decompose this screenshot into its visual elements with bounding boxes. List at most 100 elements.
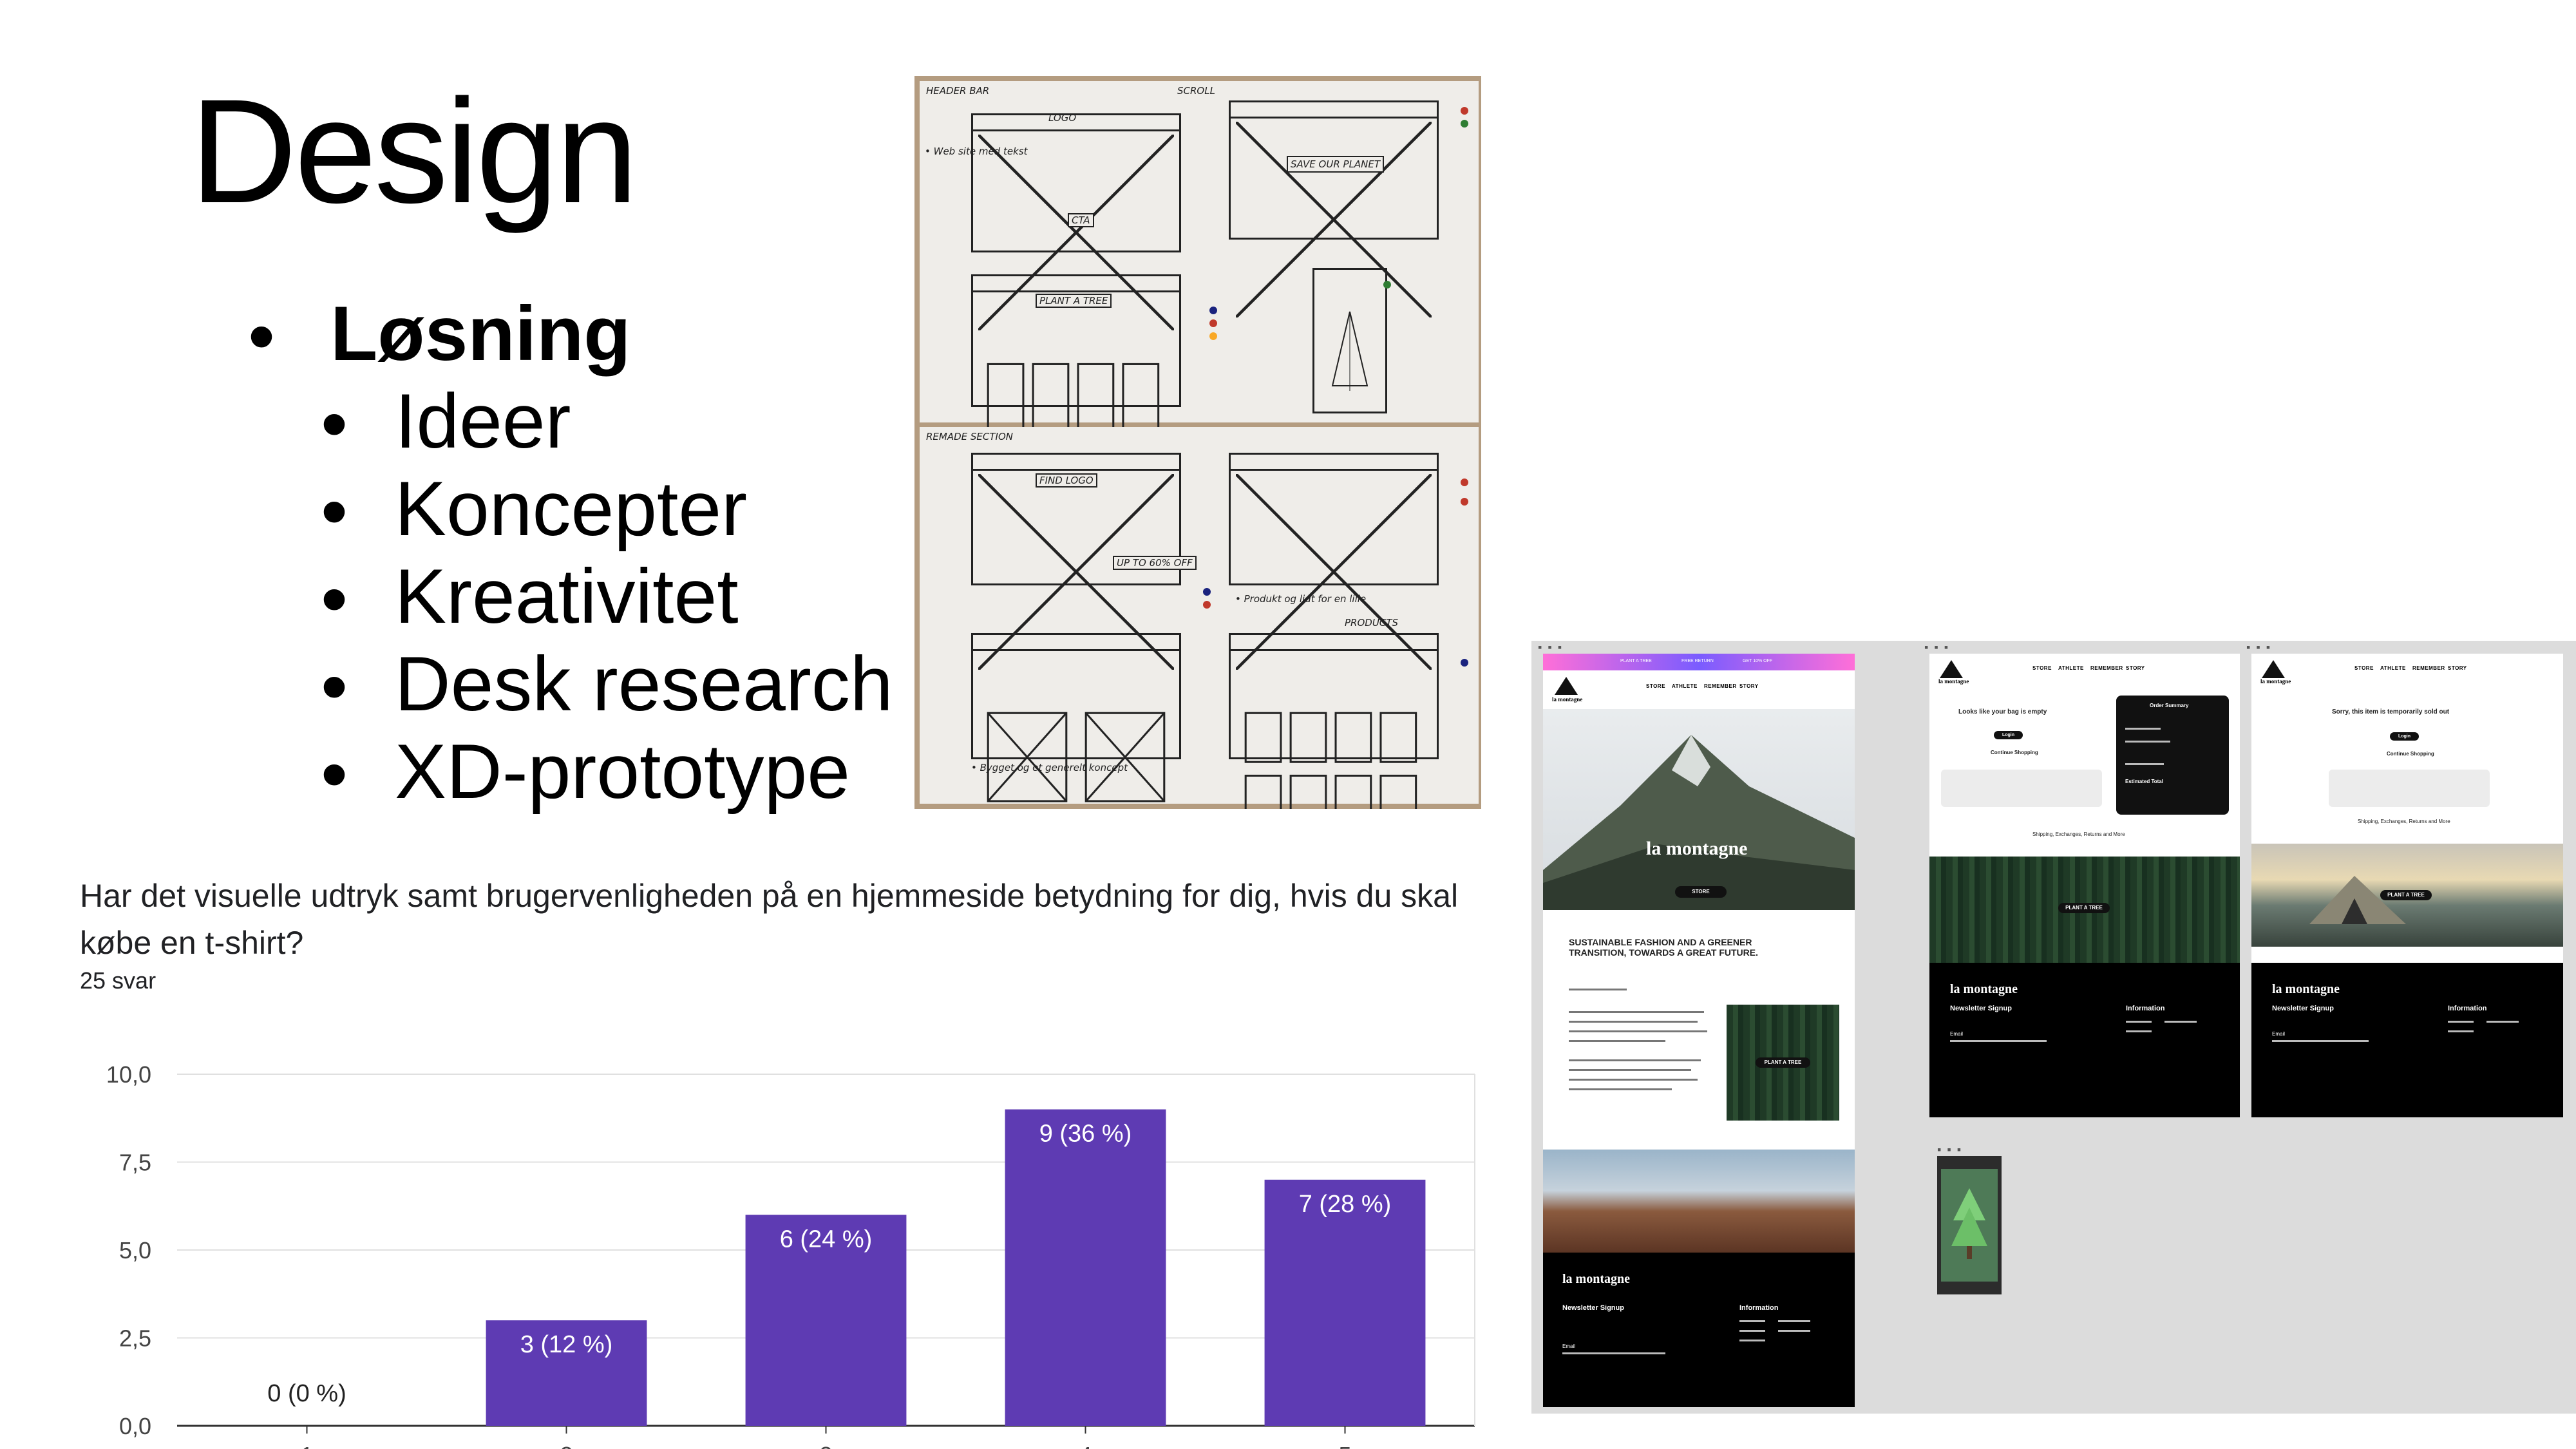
nav-athlete[interactable]: ATHLETE (1672, 683, 1698, 689)
sketch-note: PRODUCTS (1345, 617, 1398, 629)
nav-athlete[interactable]: ATHLETE (2058, 665, 2084, 671)
bullet-koncepter: Koncepter (248, 470, 893, 558)
email-field[interactable]: Email (1950, 1030, 1963, 1037)
hero-brand: la montagne (1646, 838, 1748, 859)
bullet-ideer: Ideer (248, 383, 893, 470)
nav-store[interactable]: STORE (2354, 665, 2374, 671)
plant-tree-button[interactable]: PLANT A TREE (1756, 1057, 1810, 1068)
estimated-total-label: Estimated Total (2125, 779, 2163, 784)
artboard-handle: ▪ ▪ ▪ (1937, 1143, 1963, 1156)
logo-text: la montagne (1938, 678, 1969, 685)
sketch-note: • Bygget og et generelt koncept (971, 762, 1128, 773)
promo-text: PLANT A TREE (1620, 659, 1652, 663)
artboard-empty-bag: la montagne STORE ATHLETE REMEMBER STORY… (1929, 654, 2240, 1117)
artboard-sold-out: la montagne STORE ATHLETE REMEMBER STORY… (2251, 654, 2563, 1117)
survey-question: Har det visuelle udtryk samt brugervenli… (80, 878, 1459, 961)
x-tick-label: 4 (1079, 1442, 1092, 1449)
bar-data-label: 3 (12 %) (520, 1331, 613, 1358)
artboard-handle: ▪ ▪ ▪ (2246, 641, 2272, 654)
shipping-note: Shipping, Exchanges, Returns and More (2358, 819, 2450, 824)
nav-remember[interactable]: REMEMBER (2090, 665, 2123, 671)
footer: la montagne Newsletter Signup Informatio… (1543, 1253, 1855, 1407)
artboard-mobile-tree (1937, 1156, 2002, 1294)
xd-prototype-board: ▪ ▪ ▪ PLANT A TREE FREE RETURN GET 10% O… (1531, 641, 2576, 1414)
nav-store[interactable]: STORE (2032, 665, 2052, 671)
logo-text: la montagne (1552, 696, 1583, 703)
continue-shopping-link[interactable]: Continue Shopping (1991, 749, 2038, 756)
plant-tree-button[interactable]: PLANT A TREE (2380, 890, 2432, 900)
x-tick-label: 5 (1338, 1442, 1351, 1449)
nav-remember[interactable]: REMEMBER (1704, 683, 1737, 689)
bullet-list: Løsning Ideer Koncepter Kreativitet Desk… (248, 295, 893, 820)
nav-story[interactable]: STORY (2448, 665, 2467, 671)
nav-athlete[interactable]: ATHLETE (2380, 665, 2406, 671)
newsletter-heading: Newsletter Signup (1950, 1005, 2012, 1012)
bullet-losning: Løsning (248, 295, 893, 383)
nav-store[interactable]: STORE (1646, 683, 1665, 689)
logo-icon (1555, 677, 1578, 695)
nav-story[interactable]: STORY (2126, 665, 2145, 671)
bullet-desk-research: Desk research (248, 645, 893, 733)
order-summary-heading: Order Summary (2150, 703, 2189, 708)
sketch-note: • Produkt og lidt for en lille (1235, 593, 1367, 605)
information-heading: Information (1739, 1304, 1779, 1312)
footer-brand: la montagne (1562, 1272, 1630, 1286)
login-button[interactable]: Login (2390, 732, 2419, 741)
sketch-wireframe (971, 633, 1181, 802)
x-tick-label: 1 (300, 1442, 313, 1449)
promo-text: FREE RETURN (1681, 659, 1714, 663)
tent-image: PLANT A TREE (2251, 844, 2563, 947)
sketch-note: HEADER BAR (926, 85, 990, 97)
nav-story[interactable]: STORY (1739, 683, 1759, 689)
artboard-handle: ▪ ▪ ▪ (1924, 641, 1950, 654)
sketch-wireframe (1229, 453, 1439, 670)
bar-data-label: 0 (0 %) (267, 1380, 346, 1407)
sketch-wireframe-mobile (1312, 268, 1387, 413)
sketch-wireframe (971, 113, 1181, 330)
navbar: la montagne STORE ATHLETE REMEMBER STORY (1543, 670, 1855, 703)
bag-empty-heading: Looks like your bag is empty (1958, 708, 2047, 715)
forest-image: PLANT A TREE (1727, 1005, 1839, 1121)
slide-title: Design (190, 68, 638, 234)
nav-remember[interactable]: REMEMBER (2412, 665, 2445, 671)
footer: la montagne Newsletter Signup Informatio… (1929, 963, 2240, 1117)
logo-icon (2262, 660, 2285, 678)
order-summary-panel: Order Summary Estimated Total (2116, 696, 2229, 815)
newsletter-heading: Newsletter Signup (2272, 1005, 2334, 1012)
bar-data-label: 9 (36 %) (1039, 1121, 1132, 1148)
login-button[interactable]: Login (1994, 731, 2023, 739)
x-tick-label: 2 (560, 1442, 573, 1449)
y-tick-label: 2,5 (119, 1325, 151, 1352)
sold-out-heading: Sorry, this item is temporarily sold out (2332, 708, 2450, 715)
continue-shopping-link[interactable]: Continue Shopping (2387, 750, 2434, 757)
logo-icon (1940, 660, 1963, 678)
response-count: 25 svar (80, 967, 156, 994)
sketch-note: REMADE SECTION (926, 431, 1013, 442)
plant-tree-button[interactable]: PLANT A TREE (2058, 903, 2110, 913)
promo-bar: PLANT A TREE FREE RETURN GET 10% OFF (1543, 654, 1855, 670)
sketch-note: • Web site med tekst (925, 146, 1028, 157)
bar (1005, 1109, 1166, 1426)
sketch-note: SCROLL (1177, 85, 1215, 97)
sketch-wireframe (1229, 633, 1439, 809)
sketch-note: PLANT A TREE (1036, 294, 1112, 308)
logo-text: la montagne (2260, 678, 2291, 685)
promo-text: GET 10% OFF (1743, 659, 1773, 663)
y-tick-label: 10,0 (106, 1061, 151, 1088)
store-button[interactable]: STORE (1675, 886, 1727, 898)
email-field[interactable]: Email (1562, 1343, 1575, 1350)
navbar: la montagne STORE ATHLETE REMEMBER STORY (2251, 654, 2563, 685)
sketch-note: LOGO (1048, 112, 1077, 124)
newsletter-heading: Newsletter Signup (1562, 1304, 1624, 1312)
navbar: la montagne STORE ATHLETE REMEMBER STORY (1929, 654, 2240, 685)
bar-data-label: 6 (24 %) (780, 1226, 873, 1253)
footer: la montagne Newsletter Signup Informatio… (2251, 963, 2563, 1117)
x-tick-label: 3 (819, 1442, 832, 1449)
footer-brand: la montagne (2272, 982, 2340, 996)
email-field[interactable]: Email (2272, 1030, 2285, 1037)
headline: SUSTAINABLE FASHION AND A GREENER TRANSI… (1569, 937, 1758, 958)
sub-bullet-list: Ideer Koncepter Kreativitet Desk researc… (248, 383, 893, 820)
shipping-note: Shipping, Exchanges, Returns and More (2032, 831, 2125, 837)
bar-chart: 0,0 2,5 5,0 7,5 10,0 0 (0 %) 3 (12 %) 6 (24 %)… (106, 1061, 1475, 1449)
sketch-paper-top: HEADER BAR SCROLL LOGO SAVE OUR PLANET C… (920, 81, 1479, 444)
